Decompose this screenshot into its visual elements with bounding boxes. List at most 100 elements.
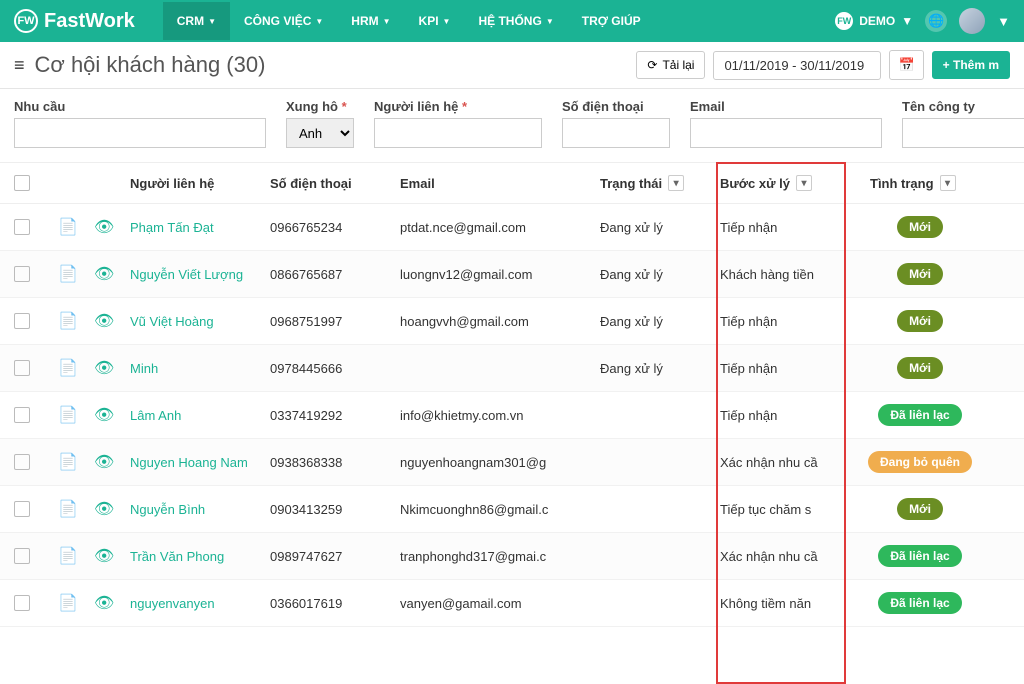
reload-button[interactable]: ⟳ Tải lại — [636, 51, 705, 79]
contact-name-link[interactable]: Minh — [130, 361, 270, 376]
document-icon[interactable]: 📄 — [58, 219, 78, 236]
document-icon[interactable]: 📄 — [58, 313, 78, 330]
contact-name-link[interactable]: Nguyen Hoang Nam — [130, 455, 270, 470]
contact-name-link[interactable]: Trần Văn Phong — [130, 549, 270, 564]
row-checkbox[interactable] — [14, 501, 30, 517]
eye-icon[interactable]: 👁 — [94, 454, 114, 471]
status-badge: Đã liên lạc — [878, 404, 961, 426]
eye-icon[interactable]: 👁 — [94, 219, 114, 236]
nav-label: CRM — [177, 14, 204, 28]
row-checkbox[interactable] — [14, 407, 30, 423]
contact-name-link[interactable]: Vũ Việt Hoàng — [130, 314, 270, 329]
contact-name-link[interactable]: Nguyễn Bình — [130, 502, 270, 517]
status-badge: Mới — [897, 216, 943, 238]
row-checkbox[interactable] — [14, 313, 30, 329]
phone-cell: 0903413259 — [270, 502, 400, 517]
table-header: Người liên hệ Số điện thoại Email Trạng … — [0, 162, 1024, 204]
phone-cell: 0989747627 — [270, 549, 400, 564]
contact-name-link[interactable]: Lâm Anh — [130, 408, 270, 423]
document-icon[interactable]: 📄 — [58, 501, 78, 518]
caret-down-icon: ▼ — [383, 17, 391, 26]
hamburger-icon[interactable]: ≡ — [14, 55, 25, 76]
eye-icon[interactable]: 👁 — [94, 313, 114, 330]
nav-label: KPI — [419, 14, 439, 28]
eye-icon[interactable]: 👁 — [94, 407, 114, 424]
filter-row: Nhu cầu Xung hô * Anh Người liên hệ * Số… — [0, 89, 1024, 162]
xung-ho-select[interactable]: Anh — [286, 118, 354, 148]
contact-name-link[interactable]: Phạm Tấn Đạt — [130, 220, 270, 235]
status-cell: Đang xử lý — [600, 314, 720, 329]
select-all-checkbox[interactable] — [14, 175, 30, 191]
user-menu[interactable]: FW DEMO ▼ — [835, 12, 913, 30]
nav-item-hệ thống[interactable]: HỆ THỐNG▼ — [464, 2, 567, 40]
badge-cell: Đã liên lạc — [850, 545, 990, 567]
document-icon[interactable]: 📄 — [58, 595, 78, 612]
contact-name-link[interactable]: Nguyễn Viết Lượng — [130, 267, 270, 282]
table-row: 📄👁Nguyễn Viết Lượng0866765687luongnv12@g… — [0, 251, 1024, 298]
filter-icon[interactable]: ▾ — [940, 175, 956, 191]
row-checkbox[interactable] — [14, 595, 30, 611]
table-row: 📄 👁 Trần Văn Phong0989747627tranphonghd317… — [0, 533, 1024, 580]
ten-cong-ty-input[interactable] — [902, 118, 1024, 148]
status-cell: Đang xử lý — [600, 220, 720, 235]
email-input[interactable] — [690, 118, 882, 148]
step-cell: Tiếp nhận — [720, 361, 850, 376]
table-wrap: Người liên hệ Số điện thoại Email Trạng … — [0, 162, 1024, 627]
contact-name-link[interactable]: nguyenvanyen — [130, 596, 270, 611]
step-cell: Tiếp nhận — [720, 314, 850, 329]
row-checkbox[interactable] — [14, 454, 30, 470]
add-button[interactable]: + Thêm m — [932, 51, 1010, 79]
badge-cell: Mới — [850, 357, 990, 379]
email-cell: info@khietmy.com.vn — [400, 408, 600, 423]
date-range-input[interactable]: 01/11/2019 - 30/11/2019 — [713, 51, 881, 80]
nav-label: TRỢ GIÚP — [582, 14, 641, 28]
status-cell: Đang xử lý — [600, 267, 720, 282]
document-icon[interactable]: 📄 — [58, 407, 78, 424]
nav-item-crm[interactable]: CRM▼ — [163, 2, 230, 40]
nguoi-lien-he-input[interactable] — [374, 118, 542, 148]
status-badge: Đã liên lạc — [878, 545, 961, 567]
row-checkbox[interactable] — [14, 360, 30, 376]
document-icon[interactable]: 📄 — [58, 360, 78, 377]
eye-icon[interactable]: 👁 — [94, 360, 114, 377]
nav-item-trợ giúp[interactable]: TRỢ GIÚP — [568, 2, 655, 40]
eye-icon[interactable]: 👁 — [94, 266, 114, 283]
filter-ten-cong-ty: Tên công ty — [902, 99, 1024, 148]
document-icon[interactable]: 📄 — [58, 548, 78, 565]
so-dien-thoai-input[interactable] — [562, 118, 670, 148]
reload-label: Tải lại — [662, 58, 694, 72]
nav-label: HỆ THỐNG — [478, 14, 541, 28]
globe-icon[interactable]: 🌐 — [925, 10, 947, 32]
eye-icon[interactable]: 👁 — [94, 548, 114, 565]
eye-icon[interactable]: 👁 — [94, 595, 114, 612]
document-icon[interactable]: 📄 — [58, 266, 78, 283]
eye-icon[interactable]: 👁 — [94, 501, 114, 518]
filter-icon[interactable]: ▾ — [796, 175, 812, 191]
col-buoc-xu-ly: Bước xử lý▾ — [720, 175, 850, 191]
filter-label: Người liên hệ * — [374, 99, 542, 114]
top-nav: CRM▼CÔNG VIỆC▼ HRM ▼ KPI▼HỆ THỐNG▼ TRỢ GIÚP — [163, 2, 655, 40]
avatar[interactable] — [959, 8, 985, 34]
nav-item-công việc[interactable]: CÔNG VIỆC▼ — [230, 2, 337, 40]
brand[interactable]: FW FastWork — [14, 9, 135, 33]
document-icon[interactable]: 📄 — [58, 454, 78, 471]
row-checkbox[interactable] — [14, 548, 30, 564]
nhu-cau-input[interactable] — [14, 118, 266, 148]
phone-cell: 0866765687 — [270, 267, 400, 282]
filter-icon[interactable]: ▾ — [668, 175, 684, 191]
nav-item-kpi[interactable]: KPI▼ — [405, 2, 465, 40]
page-title: Cơ hội khách hàng (30) — [35, 52, 266, 78]
table-row: 📄👁nguyenvanyen0366017619vanyen@gamail.co… — [0, 580, 1024, 627]
col-nguoi-lien-he: Người liên hệ — [130, 176, 270, 191]
row-checkbox[interactable] — [14, 219, 30, 235]
calendar-button[interactable]: 📅 — [889, 50, 923, 80]
nav-label: HRM — [351, 14, 378, 28]
filter-label: Nhu cầu — [14, 99, 266, 114]
row-checkbox[interactable] — [14, 266, 30, 282]
caret-down-icon: ▼ — [901, 14, 913, 28]
badge-cell: Đã liên lạc — [850, 404, 990, 426]
nav-item-hrm[interactable]: HRM ▼ — [337, 2, 404, 40]
badge-cell: Mới — [850, 310, 990, 332]
email-cell: tranphonghd317@gmai.c — [400, 549, 600, 564]
status-badge: Đang bỏ quên — [868, 451, 972, 473]
